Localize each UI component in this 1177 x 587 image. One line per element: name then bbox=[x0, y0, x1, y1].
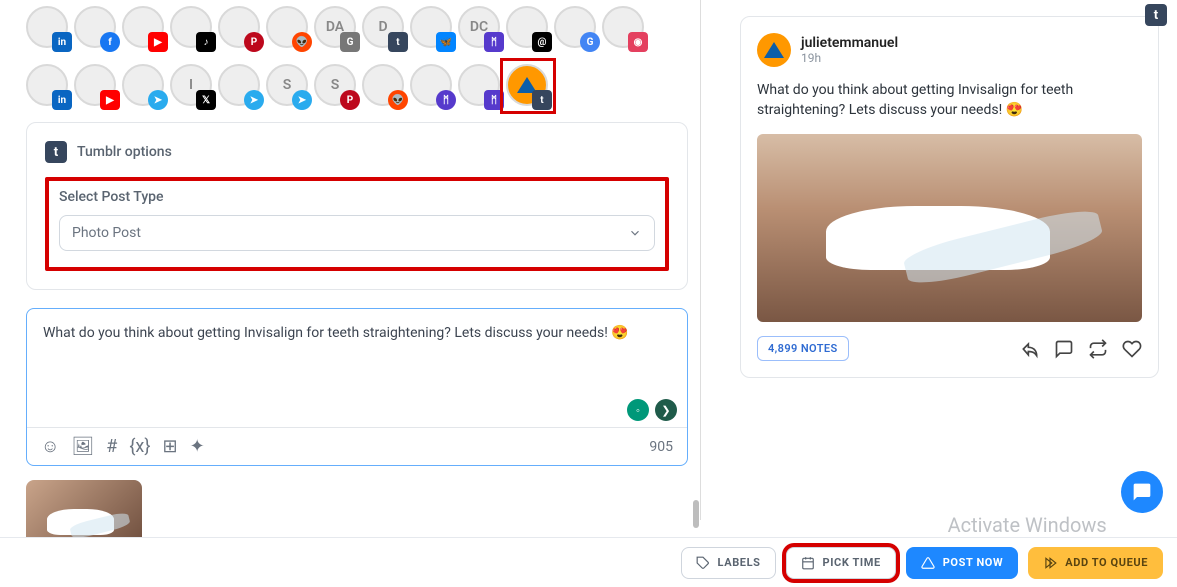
account-avatar[interactable]: DAG bbox=[314, 6, 358, 50]
account-avatar[interactable]: ▶ bbox=[122, 6, 166, 50]
account-avatar[interactable]: ♪ bbox=[170, 6, 214, 50]
preview-network-icon: t bbox=[1145, 4, 1167, 26]
post-type-value: Photo Post bbox=[72, 225, 141, 241]
youtube-icon: ▶ bbox=[148, 32, 168, 52]
account-avatar[interactable]: in bbox=[26, 6, 70, 50]
account-avatar[interactable]: 🦋 bbox=[410, 6, 454, 50]
bluesky-icon: 🦋 bbox=[436, 32, 456, 52]
reblog-icon[interactable] bbox=[1088, 339, 1108, 359]
tumblr-icon: t bbox=[532, 90, 552, 110]
post-now-button[interactable]: POST NOW bbox=[906, 547, 1018, 579]
ai-icon[interactable]: ✦ bbox=[190, 436, 205, 457]
post-preview: julietemmanuel 19h What do you think abo… bbox=[740, 16, 1159, 378]
linkedin-icon: in bbox=[52, 32, 72, 52]
preview-image bbox=[757, 134, 1142, 322]
tumblr-icon: t bbox=[388, 32, 408, 52]
account-avatar[interactable]: Dt bbox=[362, 6, 406, 50]
composer-text[interactable]: What do you think about getting Invisali… bbox=[27, 309, 687, 427]
reddit-icon: 👽 bbox=[292, 32, 312, 52]
account-avatar[interactable]: ▶ bbox=[74, 64, 118, 108]
gmb-icon: G bbox=[340, 32, 360, 52]
emoji-icon[interactable]: ☺ bbox=[41, 436, 59, 457]
account-avatar[interactable]: ◉ bbox=[602, 6, 646, 50]
char-count: 905 bbox=[649, 439, 673, 455]
account-avatar[interactable]: G bbox=[554, 6, 598, 50]
pinterest-icon: P bbox=[244, 32, 264, 52]
labels-button[interactable]: LABELS bbox=[681, 547, 776, 579]
account-avatar[interactable]: ᛗ bbox=[458, 64, 502, 108]
chevron-down-icon bbox=[628, 226, 642, 240]
post-type-select[interactable]: Photo Post bbox=[59, 215, 655, 251]
account-avatar[interactable]: S➤ bbox=[266, 64, 310, 108]
mastodon-icon: ᛗ bbox=[436, 90, 456, 110]
hashtag-icon[interactable]: # bbox=[106, 436, 117, 457]
preview-text: What do you think about getting Invisali… bbox=[757, 81, 1142, 120]
pinterest-icon: P bbox=[340, 90, 360, 110]
instagram-icon: ◉ bbox=[628, 32, 648, 52]
grammarly-icon[interactable]: ◦ bbox=[627, 399, 649, 421]
account-avatar[interactable]: t bbox=[506, 64, 550, 108]
share-icon[interactable] bbox=[1020, 339, 1040, 359]
select-post-type-label: Select Post Type bbox=[59, 189, 655, 205]
account-avatar[interactable]: DCᛗ bbox=[458, 6, 502, 50]
preview-username[interactable]: julietemmanuel bbox=[801, 35, 898, 51]
tumblr-options-card: t Tumblr options Select Post Type Photo … bbox=[26, 122, 688, 290]
account-avatar[interactable]: P bbox=[218, 6, 262, 50]
tiktok-icon: ♪ bbox=[196, 32, 216, 52]
facebook-icon: f bbox=[100, 32, 120, 52]
attached-image-thumb[interactable] bbox=[26, 480, 142, 540]
account-avatar[interactable]: ➤ bbox=[122, 64, 166, 108]
tumblr-icon: t bbox=[45, 141, 67, 163]
assistant-icon[interactable]: ❯ bbox=[655, 399, 677, 421]
composer: What do you think about getting Invisali… bbox=[26, 308, 688, 466]
preview-avatar bbox=[757, 33, 791, 67]
telegram-icon: ➤ bbox=[148, 90, 168, 110]
footer-bar: LABELS PICK TIME POST NOW ADD TO QUEUE bbox=[0, 537, 1177, 587]
account-avatar[interactable]: @ bbox=[506, 6, 550, 50]
image-icon[interactable]: 🖼 bbox=[71, 436, 94, 457]
account-avatar[interactable]: I𝕏 bbox=[170, 64, 214, 108]
snippet-icon[interactable]: ⊞ bbox=[162, 436, 177, 457]
mastodon-icon: ᛗ bbox=[484, 32, 504, 52]
like-icon[interactable] bbox=[1122, 339, 1142, 359]
options-title: Tumblr options bbox=[77, 144, 172, 160]
help-chat-button[interactable] bbox=[1121, 471, 1163, 513]
account-avatar[interactable]: in bbox=[26, 64, 70, 108]
account-avatar[interactable]: 👽 bbox=[362, 64, 406, 108]
preview-time: 19h bbox=[801, 51, 898, 65]
threads-icon: @ bbox=[532, 32, 552, 52]
youtube-icon: ▶ bbox=[100, 90, 120, 110]
post-type-highlight: Select Post Type Photo Post bbox=[45, 177, 669, 271]
add-to-queue-button[interactable]: ADD TO QUEUE bbox=[1028, 547, 1163, 579]
x-icon: 𝕏 bbox=[196, 90, 216, 110]
linkedin-icon: in bbox=[52, 90, 72, 110]
account-avatar[interactable]: ➤ bbox=[218, 64, 262, 108]
reddit-icon: 👽 bbox=[388, 90, 408, 110]
pick-time-button[interactable]: PICK TIME bbox=[786, 547, 896, 579]
scrollbar-thumb[interactable] bbox=[693, 500, 699, 528]
account-avatar[interactable]: 👽 bbox=[266, 6, 310, 50]
telegram-icon: ➤ bbox=[244, 90, 264, 110]
gmb-icon: G bbox=[580, 32, 600, 52]
account-avatar[interactable]: f bbox=[74, 6, 118, 50]
telegram-icon: ➤ bbox=[292, 90, 312, 110]
comment-icon[interactable] bbox=[1054, 339, 1074, 359]
account-avatar[interactable]: SP bbox=[314, 64, 358, 108]
notes-button[interactable]: 4,899 NOTES bbox=[757, 336, 849, 361]
account-avatar[interactable]: ᛗ bbox=[410, 64, 454, 108]
variable-icon[interactable]: {x} bbox=[129, 436, 150, 457]
